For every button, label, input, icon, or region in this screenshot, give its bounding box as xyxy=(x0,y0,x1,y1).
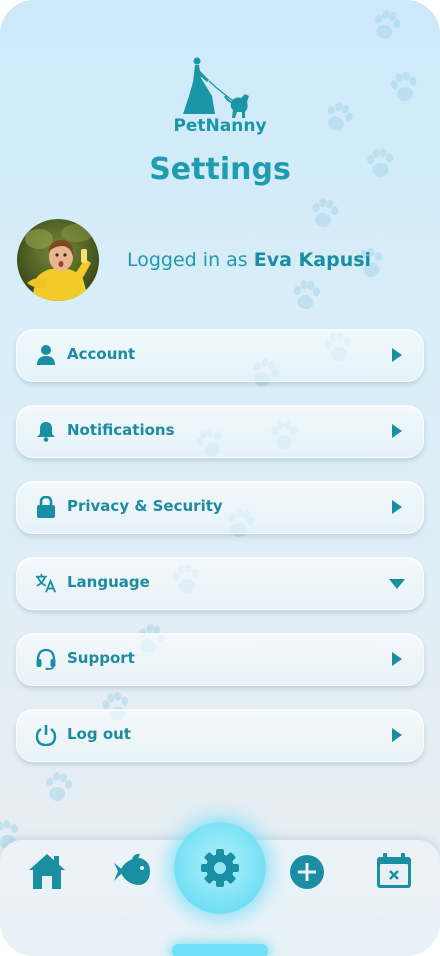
lock-icon xyxy=(37,496,55,518)
chevron-right-icon xyxy=(392,652,402,666)
person-icon xyxy=(37,345,55,365)
chevron-right-icon xyxy=(392,500,402,514)
logo-text: PetNanny xyxy=(173,116,267,136)
app-logo: PetNanny xyxy=(0,56,440,136)
settings-nav-button[interactable] xyxy=(174,822,266,914)
menu-item-label: Support xyxy=(67,649,135,667)
fish-icon[interactable] xyxy=(112,853,152,893)
bell-icon xyxy=(37,422,55,442)
chevron-down-icon xyxy=(389,579,405,589)
home-indicator[interactable] xyxy=(172,944,268,956)
calendar-icon[interactable] xyxy=(374,852,414,892)
menu-item-support[interactable]: Support xyxy=(16,633,424,686)
profile-section: Logged in as Eva Kapusi xyxy=(17,219,423,301)
menu-item-label: Account xyxy=(67,345,136,363)
settings-menu: Account Notifications Privacy & Security xyxy=(16,329,424,785)
dog-walker-logo-icon xyxy=(183,57,249,118)
menu-item-label: Privacy & Security xyxy=(67,497,223,515)
user-name: Eva Kapusi xyxy=(253,249,372,271)
bottom-nav xyxy=(0,822,440,956)
menu-item-language[interactable]: Language xyxy=(16,557,424,610)
plus-icon[interactable] xyxy=(287,852,327,892)
settings-screen: PetNanny Settings Logged in as Eva Kapus… xyxy=(0,0,440,956)
menu-item-privacy-security[interactable]: Privacy & Security xyxy=(16,481,424,534)
translate-icon xyxy=(35,573,57,593)
menu-item-logout[interactable]: Log out xyxy=(16,709,424,762)
gear-icon xyxy=(201,849,239,887)
home-icon[interactable] xyxy=(27,852,67,892)
logged-in-prefix: Logged in as xyxy=(127,249,248,271)
menu-item-notifications[interactable]: Notifications xyxy=(16,405,424,458)
menu-item-label: Log out xyxy=(67,725,131,743)
chevron-right-icon xyxy=(392,728,402,742)
chevron-right-icon xyxy=(392,348,402,362)
avatar[interactable] xyxy=(17,219,99,301)
page-title: Settings xyxy=(149,152,291,187)
logged-in-text: Logged in as Eva Kapusi xyxy=(127,249,371,271)
power-icon xyxy=(35,725,57,746)
chevron-right-icon xyxy=(392,424,402,438)
menu-item-label: Notifications xyxy=(67,421,175,439)
headset-icon xyxy=(36,648,56,670)
menu-item-account[interactable]: Account xyxy=(16,329,424,382)
menu-item-label: Language xyxy=(67,573,150,591)
avatar-photo xyxy=(17,219,99,301)
